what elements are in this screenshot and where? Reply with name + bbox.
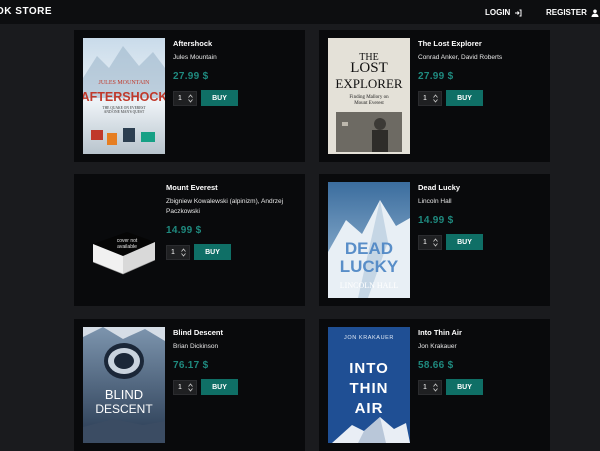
cover-title: DEAD — [345, 239, 393, 258]
quantity-value: 1 — [423, 238, 427, 246]
book-author: Jon Krakauer — [418, 343, 457, 350]
buy-button[interactable]: BUY — [201, 90, 238, 106]
book-card: BLIND DESCENT Blind Descent Brian Dickin… — [74, 319, 305, 451]
book-author: Zbigniew Kowalewski (alpinizm), Andrzej … — [166, 198, 284, 215]
cover-title: LUCKY — [340, 257, 399, 276]
cover-subtitle: AND ONE MAN'S QUEST — [104, 110, 145, 114]
buy-button[interactable]: BUY — [201, 379, 238, 395]
cover-title: INTO — [349, 360, 389, 377]
store-brand[interactable]: OK STORE — [0, 6, 52, 17]
quantity-stepper[interactable]: 1 — [173, 90, 197, 106]
book-price: 27.99 $ — [418, 71, 454, 82]
register-label: REGISTER — [546, 8, 587, 17]
stepper-arrows-icon[interactable] — [433, 237, 438, 247]
buy-button[interactable]: BUY — [194, 244, 231, 260]
cover-author: JULES MOUNTAIN — [98, 80, 150, 86]
book-author: Jules Mountain — [173, 54, 217, 61]
quantity-stepper[interactable]: 1 — [418, 379, 442, 395]
book-author: Lincoln Hall — [418, 198, 452, 205]
book-title[interactable]: Mount Everest — [166, 183, 298, 193]
book-cover-placeholder[interactable]: cover not available — [83, 182, 165, 298]
quantity-stepper[interactable]: 1 — [166, 244, 190, 260]
cover-title: AFTERSHOCK — [83, 90, 165, 104]
stepper-arrows-icon[interactable] — [433, 93, 438, 103]
book-cover-image[interactable]: JULES MOUNTAIN AFTERSHOCK THE QUAKE ON E… — [83, 38, 165, 154]
quantity-stepper[interactable]: 1 — [173, 379, 197, 395]
cover-placeholder-text: available — [117, 244, 137, 250]
stepper-arrows-icon[interactable] — [188, 382, 193, 392]
book-cover-image[interactable]: JON KRAKAUER INTO THIN AIR — [328, 327, 410, 443]
book-price: 14.99 $ — [166, 225, 202, 236]
book-card: THE LOST EXPLORER Finding Mallory on Mou… — [319, 30, 550, 162]
book-author: Conrad Anker, David Roberts — [418, 54, 503, 61]
top-navbar: OK STORE LOGIN REGISTER — [0, 0, 600, 24]
book-price: 58.66 $ — [418, 360, 454, 371]
quantity-stepper[interactable]: 1 — [418, 90, 442, 106]
book-price: 76.17 $ — [173, 360, 209, 371]
cover-subtitle: Finding Mallory on — [349, 95, 389, 100]
cover-title: THIN — [350, 380, 389, 397]
book-title[interactable]: Aftershock — [173, 39, 299, 49]
cover-author: JON KRAKAUER — [344, 335, 394, 341]
cover-subtitle: Mount Everest — [354, 101, 384, 106]
book-title[interactable]: Blind Descent — [173, 328, 299, 338]
book-cover-image[interactable]: THE LOST EXPLORER Finding Mallory on Mou… — [328, 38, 410, 154]
stepper-arrows-icon[interactable] — [181, 247, 186, 257]
quantity-value: 1 — [423, 94, 427, 102]
book-card: JON KRAKAUER INTO THIN AIR Into Thin Air… — [319, 319, 550, 451]
user-icon — [591, 9, 599, 17]
buy-button[interactable]: BUY — [446, 90, 483, 106]
register-link[interactable]: REGISTER — [546, 8, 599, 17]
book-title[interactable]: Dead Lucky — [418, 183, 544, 193]
stepper-arrows-icon[interactable] — [433, 382, 438, 392]
cover-title: BLIND — [105, 387, 143, 402]
quantity-value: 1 — [423, 383, 427, 391]
book-title[interactable]: The Lost Explorer — [418, 39, 544, 49]
book-card: DEAD LUCKY LINCOLN HALL Dead Lucky Linco… — [319, 174, 550, 306]
login-icon — [514, 9, 522, 17]
login-link[interactable]: LOGIN — [485, 8, 522, 17]
quantity-value: 1 — [178, 94, 182, 102]
book-cover-image[interactable]: BLIND DESCENT — [83, 327, 165, 443]
cover-title: EXPLORER — [335, 76, 403, 91]
cover-title: LOST — [350, 60, 388, 76]
book-card: cover not available Mount Everest Zbigni… — [74, 174, 305, 306]
book-price: 27.99 $ — [173, 71, 209, 82]
quantity-stepper[interactable]: 1 — [418, 234, 442, 250]
book-price: 14.99 $ — [418, 215, 454, 226]
book-title[interactable]: Into Thin Air — [418, 328, 544, 338]
quantity-value: 1 — [171, 248, 175, 256]
buy-button[interactable]: BUY — [446, 379, 483, 395]
quantity-value: 1 — [178, 383, 182, 391]
stepper-arrows-icon[interactable] — [188, 93, 193, 103]
book-author: Brian Dickinson — [173, 343, 219, 350]
book-card: JULES MOUNTAIN AFTERSHOCK THE QUAKE ON E… — [74, 30, 305, 162]
cover-title: DESCENT — [95, 402, 153, 416]
cover-author: LINCOLN HALL — [340, 281, 399, 290]
buy-button[interactable]: BUY — [446, 234, 483, 250]
login-label: LOGIN — [485, 8, 511, 17]
book-cover-image[interactable]: DEAD LUCKY LINCOLN HALL — [328, 182, 410, 298]
cover-title: AIR — [355, 400, 384, 417]
